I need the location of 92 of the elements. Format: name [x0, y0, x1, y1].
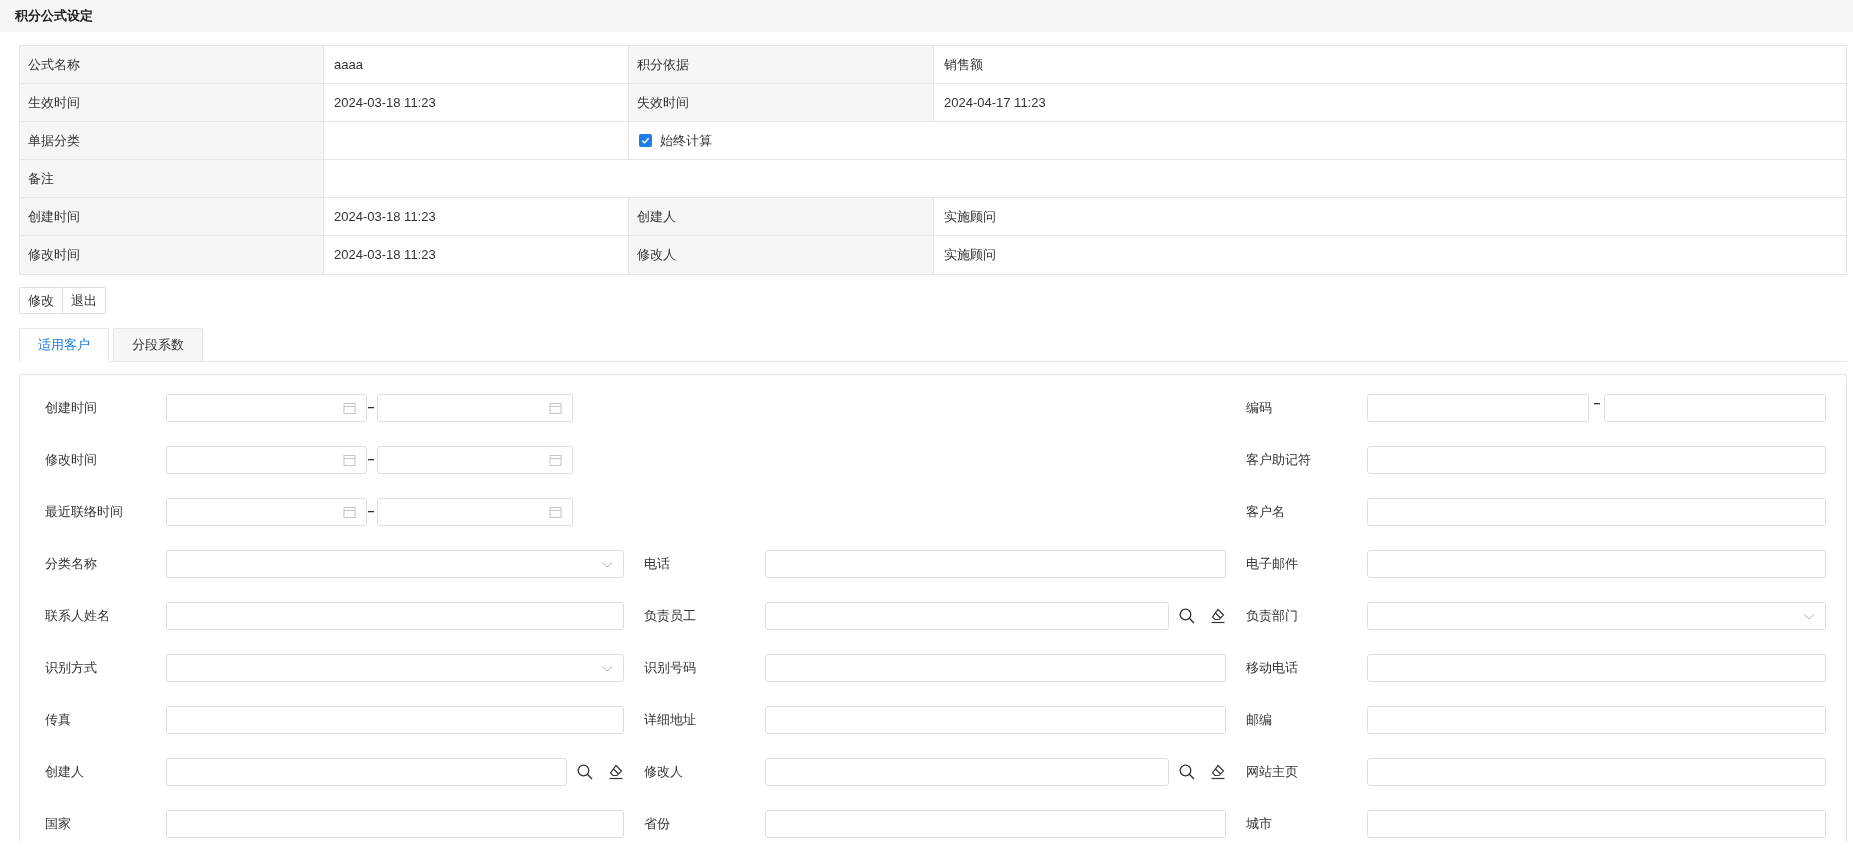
- field-label: 修改人: [629, 236, 934, 274]
- field-label: 积分依据: [629, 46, 934, 84]
- eraser-icon[interactable]: [1210, 608, 1226, 624]
- calendar-icon[interactable]: [343, 506, 356, 519]
- field-label: 生效时间: [20, 84, 324, 122]
- input-field[interactable]: [1367, 550, 1826, 578]
- input-field[interactable]: [166, 810, 624, 838]
- action-button[interactable]: 修改: [19, 287, 63, 314]
- calendar-icon[interactable]: [549, 454, 562, 467]
- input-field[interactable]: [1604, 394, 1826, 422]
- calendar-icon[interactable]: [343, 402, 356, 415]
- field-label: 修改时间: [20, 236, 324, 274]
- field-label: 创建人: [629, 198, 934, 236]
- field-label: 编码: [1246, 399, 1273, 418]
- field-value: 2024-03-18 11:23: [324, 198, 629, 236]
- field-label: 联系人姓名: [45, 607, 111, 626]
- input-field[interactable]: [166, 602, 624, 630]
- action-button[interactable]: 退出: [63, 287, 106, 314]
- search-icon[interactable]: [1179, 764, 1195, 780]
- input-field[interactable]: [765, 654, 1226, 682]
- field-value: aaaa: [324, 46, 629, 84]
- field-label: 客户助记符: [1246, 451, 1312, 470]
- field-label: 城市: [1246, 815, 1273, 834]
- input-field[interactable]: [1367, 394, 1589, 422]
- field-label: 网站主页: [1246, 763, 1299, 782]
- input-field[interactable]: [1367, 810, 1826, 838]
- field-label: 电子邮件: [1246, 555, 1299, 574]
- tab[interactable]: 适用客户: [19, 328, 109, 362]
- field-label: 创建时间: [45, 399, 98, 418]
- field-label: 修改时间: [45, 451, 98, 470]
- input-field[interactable]: [166, 758, 567, 786]
- field-label: 修改人: [644, 763, 684, 782]
- field-label: 电话: [644, 555, 671, 574]
- input-field[interactable]: [1367, 706, 1826, 734]
- input-field[interactable]: [1367, 654, 1826, 682]
- range-dash: [1593, 403, 1600, 405]
- chevron-down-icon[interactable]: [601, 561, 613, 569]
- calendar-icon[interactable]: [343, 454, 356, 467]
- input-field[interactable]: [1367, 498, 1826, 526]
- field-label: 客户名: [1246, 503, 1286, 522]
- range-dash: [368, 511, 374, 513]
- checkbox-label: 始终计算: [660, 131, 712, 150]
- field-label: 传真: [45, 711, 72, 730]
- input-field[interactable]: [765, 550, 1226, 578]
- field-label: 创建人: [45, 763, 85, 782]
- date-field[interactable]: [166, 498, 367, 526]
- field-label: 创建时间: [20, 198, 324, 236]
- field-label: 省份: [644, 815, 671, 834]
- field-label: 失效时间: [629, 84, 934, 122]
- date-field[interactable]: [377, 446, 573, 474]
- field-label: 负责部门: [1246, 607, 1299, 626]
- tab[interactable]: 分段系数: [113, 328, 203, 362]
- input-field[interactable]: [765, 706, 1226, 734]
- checkbox[interactable]: [639, 134, 652, 147]
- input-field[interactable]: [166, 706, 624, 734]
- chevron-down-icon[interactable]: [1803, 613, 1815, 621]
- search-icon[interactable]: [577, 764, 593, 780]
- field-label: 最近联络时间: [45, 503, 124, 522]
- input-field[interactable]: [765, 810, 1226, 838]
- field-label: 识别方式: [45, 659, 98, 678]
- range-dash: [368, 459, 374, 461]
- date-field[interactable]: [166, 394, 367, 422]
- field-label: 负责员工: [644, 607, 697, 626]
- select-field[interactable]: [166, 654, 624, 682]
- page-title: 积分公式设定: [15, 7, 93, 26]
- field-label: 备注: [20, 160, 324, 198]
- calendar-icon[interactable]: [549, 402, 562, 415]
- checkmark-icon: [641, 136, 650, 145]
- field-label: 识别号码: [644, 659, 697, 678]
- field-label: 详细地址: [644, 711, 697, 730]
- field-value: 2024-03-18 11:23: [324, 84, 629, 122]
- select-field[interactable]: [166, 550, 624, 578]
- search-icon[interactable]: [1179, 608, 1195, 624]
- eraser-icon[interactable]: [1210, 764, 1226, 780]
- input-field[interactable]: [1367, 758, 1826, 786]
- date-field[interactable]: [166, 446, 367, 474]
- field-label: 公式名称: [20, 46, 324, 84]
- calendar-icon[interactable]: [549, 506, 562, 519]
- field-label: 分类名称: [45, 555, 98, 574]
- select-field[interactable]: [1367, 602, 1826, 630]
- range-dash: [368, 407, 374, 409]
- chevron-down-icon[interactable]: [601, 665, 613, 673]
- field-label: 国家: [45, 815, 72, 834]
- field-label: 邮编: [1246, 711, 1273, 730]
- date-field[interactable]: [377, 498, 573, 526]
- input-field[interactable]: [1367, 446, 1826, 474]
- date-field[interactable]: [377, 394, 573, 422]
- input-field[interactable]: [765, 602, 1169, 630]
- field-label: 单据分类: [20, 122, 324, 160]
- input-field[interactable]: [765, 758, 1169, 786]
- eraser-icon[interactable]: [608, 764, 624, 780]
- field-label: 移动电话: [1246, 659, 1299, 678]
